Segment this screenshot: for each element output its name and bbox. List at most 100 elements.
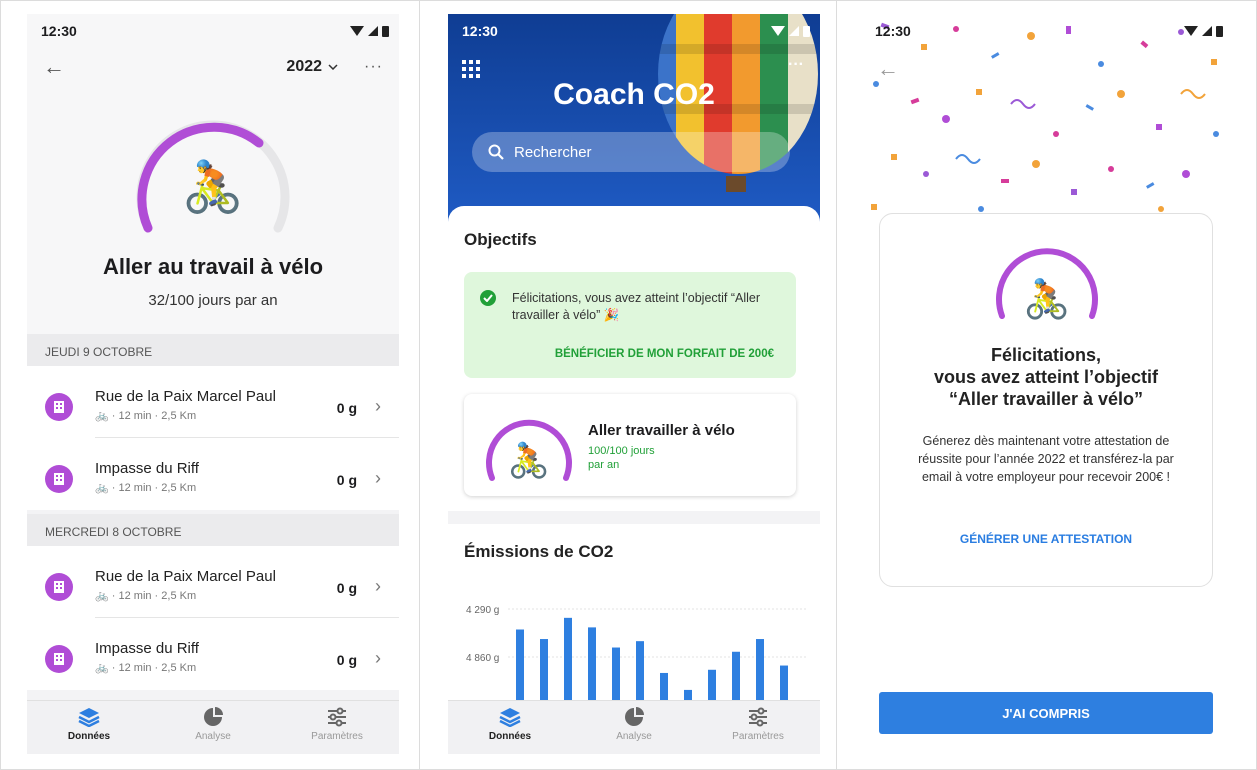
layers-icon — [78, 708, 100, 727]
goal-progress-gauge: 🚴 — [996, 248, 1098, 321]
chart-bar — [636, 641, 644, 709]
trip-emission: 0 g — [336, 652, 357, 668]
trip-meta: 🚲 · 12 min · 2,5 Km — [95, 482, 197, 494]
tab-label: Données — [67, 731, 111, 742]
chart-bar — [756, 639, 764, 709]
frame-trips: 12:30 ← 2022 ··· 🚴 Aller au travail à vé… — [0, 0, 420, 770]
y-tick-label: 4 290 g — [466, 605, 499, 616]
phone-screen-coach: 12:30 ··· Coach CO2 Rechercher Objectifs… — [448, 14, 820, 754]
status-time: 12:30 — [875, 23, 911, 39]
goal-progress-gauge: 🚴 — [136, 120, 290, 233]
battery-icon — [803, 26, 810, 37]
app-title: Coach CO2 — [553, 78, 715, 111]
search-placeholder: Rechercher — [514, 143, 592, 161]
trip-emission: 0 g — [336, 580, 357, 596]
sliders-icon — [749, 707, 767, 727]
trip-emission: 0 g — [336, 472, 357, 488]
sliders-icon — [328, 707, 346, 727]
more-options-icon[interactable]: ··· — [788, 56, 804, 74]
signal-icon — [368, 26, 378, 36]
status-icons — [1184, 25, 1223, 37]
status-icons — [771, 25, 810, 37]
trip-title: Rue de la Paix Marcel Paul — [95, 388, 276, 405]
building-icon — [45, 465, 73, 493]
back-arrow-icon[interactable]: ← — [877, 56, 899, 82]
signal-icon — [1202, 26, 1212, 36]
pie-chart-icon — [204, 707, 223, 726]
goal-card[interactable]: 🚴 Aller travailler à vélo 100/100 jours … — [464, 394, 796, 496]
tab-label: Paramètres — [732, 731, 784, 742]
battery-icon — [382, 26, 389, 37]
tab-label: Analyse — [616, 731, 652, 742]
goal-title: Aller travailler à vélo — [588, 422, 735, 439]
tab-label: Paramètres — [311, 731, 363, 742]
chevron-down-icon — [328, 64, 338, 70]
chevron-right-icon: › — [375, 468, 381, 488]
bike-icon: 🚲 — [95, 590, 112, 602]
bike-icon: 🚲 — [95, 662, 112, 674]
status-icons — [350, 25, 389, 37]
chevron-right-icon: › — [375, 576, 381, 596]
app-grid-icon[interactable] — [462, 60, 480, 78]
chart-bar — [564, 617, 572, 709]
tab-donnees[interactable]: Données — [448, 701, 572, 754]
trip-row[interactable]: Rue de la Paix Marcel Paul 🚲 · 12 min · … — [27, 366, 399, 438]
understood-button[interactable]: J'AI COMPRIS — [879, 692, 1213, 734]
day-header: MERCREDI 8 OCTOBRE — [27, 514, 399, 546]
emissions-bar-chart: 4 290 g4 860 g1 430 g — [466, 605, 806, 709]
toolbar: ← 2022 ··· — [27, 52, 399, 82]
signal-icon — [789, 26, 799, 36]
cyclist-emoji: 🚴 — [508, 441, 550, 480]
status-bar: 12:30 — [861, 14, 1233, 48]
search-bar[interactable]: Rechercher — [472, 132, 790, 172]
trip-row[interactable]: Impasse du Riff 🚲 · 12 min · 2,5 Km 0 g … — [27, 438, 399, 510]
trip-row[interactable]: Impasse du Riff 🚲 · 12 min · 2,5 Km 0 g … — [27, 618, 399, 690]
bottom-navigation: Données Analyse Paramètres — [448, 700, 820, 754]
cyclist-emoji: 🚴 — [1023, 277, 1070, 321]
status-bar: 12:30 — [27, 14, 399, 48]
congrats-text: Félicitations, vous avez atteint l’objec… — [512, 291, 761, 322]
frame-congrats: 12:30 ← 🚴 Félicitations, vous avez attei… — [836, 0, 1257, 770]
status-bar: 12:30 — [448, 14, 820, 48]
day-header: JEUDI 9 OCTOBRE — [27, 334, 399, 366]
back-arrow-icon[interactable]: ← — [43, 54, 65, 80]
trip-title: Rue de la Paix Marcel Paul — [95, 568, 276, 585]
bike-icon: 🚲 — [95, 410, 112, 422]
wifi-icon — [1184, 26, 1198, 36]
bike-icon: 🚲 — [95, 482, 112, 494]
check-circle-icon — [480, 290, 496, 306]
bottom-navigation: Données Analyse Paramètres — [27, 700, 399, 754]
wifi-icon — [350, 26, 364, 36]
chevron-right-icon: › — [375, 648, 381, 668]
trip-meta: 🚲 · 12 min · 2,5 Km — [95, 590, 197, 602]
tab-parametres[interactable]: Paramètres — [275, 701, 399, 754]
chevron-right-icon: › — [375, 396, 381, 416]
tab-label: Données — [488, 731, 532, 742]
goal-progress-text: 100/100 jours par an — [588, 445, 655, 471]
claim-allowance-link[interactable]: BÉNÉFICIER DE MON FORFAIT DE 200€ — [555, 348, 774, 360]
goal-title: Aller au travail à vélo — [102, 254, 324, 279]
phone-screen-congrats: 12:30 ← 🚴 Félicitations, vous avez attei… — [861, 14, 1233, 754]
trip-meta: 🚲 · 12 min · 2,5 Km — [95, 410, 197, 422]
tab-donnees[interactable]: Données — [27, 701, 151, 754]
chart-bar — [540, 639, 548, 709]
status-time: 12:30 — [462, 23, 498, 39]
phone-screen-trips: 12:30 ← 2022 ··· 🚴 Aller au travail à vé… — [27, 14, 399, 754]
generate-certificate-link[interactable]: GÉNÉRER UNE ATTESTATION — [880, 532, 1212, 546]
emissions-heading: Émissions de CO2 — [464, 542, 614, 561]
more-options-icon[interactable]: ··· — [364, 58, 383, 76]
congrats-title: Félicitations, vous avez atteint l’objec… — [933, 345, 1159, 409]
year-selector[interactable]: 2022 — [286, 58, 338, 76]
wifi-icon — [771, 26, 785, 36]
tab-parametres[interactable]: Paramètres — [696, 701, 820, 754]
tab-analyse[interactable]: Analyse — [151, 701, 275, 754]
building-icon — [45, 645, 73, 673]
objectives-heading: Objectifs — [464, 230, 537, 249]
tab-analyse[interactable]: Analyse — [572, 701, 696, 754]
congrats-body: Génerez dès maintenant votre attestation… — [918, 434, 1174, 484]
battery-icon — [1216, 26, 1223, 37]
goal-progress-text: 32/100 jours par an — [148, 292, 278, 309]
pie-chart-icon — [625, 707, 644, 726]
trip-row[interactable]: Rue de la Paix Marcel Paul 🚲 · 12 min · … — [27, 546, 399, 618]
cyclist-emoji: 🚴 — [182, 158, 244, 215]
